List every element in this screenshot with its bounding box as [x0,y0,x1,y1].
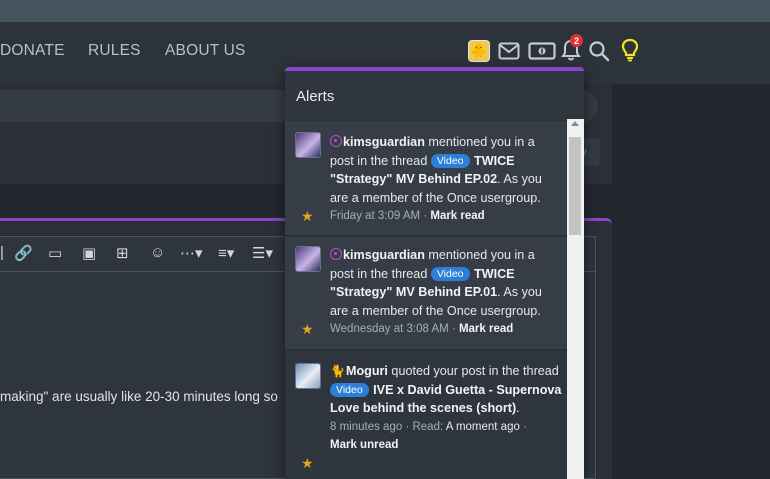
scrollbar-thumb[interactable] [569,137,581,235]
alert-user-link[interactable]: Moguri [346,364,388,378]
image-icon[interactable]: ▣ [82,244,96,262]
align-icon[interactable]: ≡▾ [218,244,234,262]
alert-text: kimsguardian mentioned you in a post in … [330,246,562,339]
alert-meta: Friday at 3:09 AM · Mark read [330,207,562,226]
alert-item[interactable]: ★ kimsguardian mentioned you in a post i… [285,123,567,236]
table-icon[interactable]: ⊞ [116,244,129,262]
star-icon[interactable]: ★ [301,455,314,472]
star-icon[interactable]: ★ [301,321,314,338]
user-group-icon [330,248,342,260]
mark-read-link[interactable]: Mark read [459,323,513,335]
lightbulb-icon [621,38,639,62]
list-icon[interactable]: ☰▾ [252,244,273,262]
alert-time: Wednesday at 3:08 AM [330,323,449,335]
meta-separator: · [519,420,527,433]
video-prefix-tag: Video [430,153,470,168]
nav-link-rules[interactable]: RULES [88,42,141,60]
alerts-count-badge: 2 [570,34,583,47]
link-icon[interactable]: 🔗 [14,244,33,262]
alert-item[interactable]: ★ kimsguardian mentioned you in a post i… [285,237,567,350]
nav-link-donate[interactable]: DONATE [0,42,65,60]
money-icon [528,42,556,60]
video-prefix-tag: Video [330,382,369,397]
more-options-icon[interactable]: ⋯▾ [180,244,203,262]
editor-text-fragment: making" are usually like 20-30 minutes l… [0,389,278,404]
nav-link-about-us[interactable]: ABOUT US [165,42,246,60]
alert-text: kimsguardian mentioned you in a post in … [330,133,562,226]
user-avatar-icon[interactable] [295,132,321,158]
mark-unread-link[interactable]: Mark unread [330,439,398,451]
read-label: · Read: [402,420,446,433]
meta-separator: · [420,210,431,222]
video-icon[interactable]: ▭ [48,244,62,262]
alerts-popup-title: Alerts [285,71,584,123]
inbox-button[interactable] [497,38,521,64]
smiley-icon[interactable]: ☺ [150,244,165,261]
alert-time: 8 minutes ago [330,420,403,433]
meta-separator: · [448,323,459,335]
user-avatar-icon: 🐥 [468,40,490,62]
search-button[interactable] [587,38,611,64]
donations-button[interactable] [528,38,556,64]
alerts-scrollbar[interactable] [567,119,584,479]
alert-meta: 8 minutes ago · Read: A moment ago · [330,418,562,437]
alert-meta: Wednesday at 3:08 AM · Mark read [330,320,562,339]
browser-top-strip [0,0,770,22]
style-toggle-button[interactable] [620,37,640,63]
read-time: A moment ago [445,420,520,433]
alert-item[interactable]: ★ 🐈Moguri quoted your post in the thread… [285,352,567,479]
user-avatar-icon[interactable] [295,246,321,272]
star-icon[interactable]: ★ [301,208,314,225]
alert-time: Friday at 3:09 AM [330,210,421,222]
mark-read-link[interactable]: Mark read [430,210,484,222]
search-icon [589,41,610,62]
alert-text-part: . [516,401,520,415]
alert-meta-action: Mark unread [330,436,562,455]
video-prefix-tag: Video [430,266,470,281]
toolbar-divider: | [0,244,4,261]
alert-text-part: quoted your post in the thread [387,364,559,378]
user-avatar-button[interactable]: 🐥 [468,38,490,64]
alert-text: 🐈Moguri quoted your post in the thread V… [330,362,562,455]
user-group-icon [330,135,342,147]
user-avatar-icon[interactable] [295,363,321,389]
mail-icon [498,42,520,60]
user-group-icon: 🐈 [330,364,345,378]
scroll-up-arrow-icon[interactable] [571,121,579,126]
alerts-popup: Alerts ★ kimsguardian mentioned you in a… [285,67,584,479]
alert-user-link[interactable]: kimsguardian [343,135,425,149]
alert-user-link[interactable]: kimsguardian [343,248,425,262]
